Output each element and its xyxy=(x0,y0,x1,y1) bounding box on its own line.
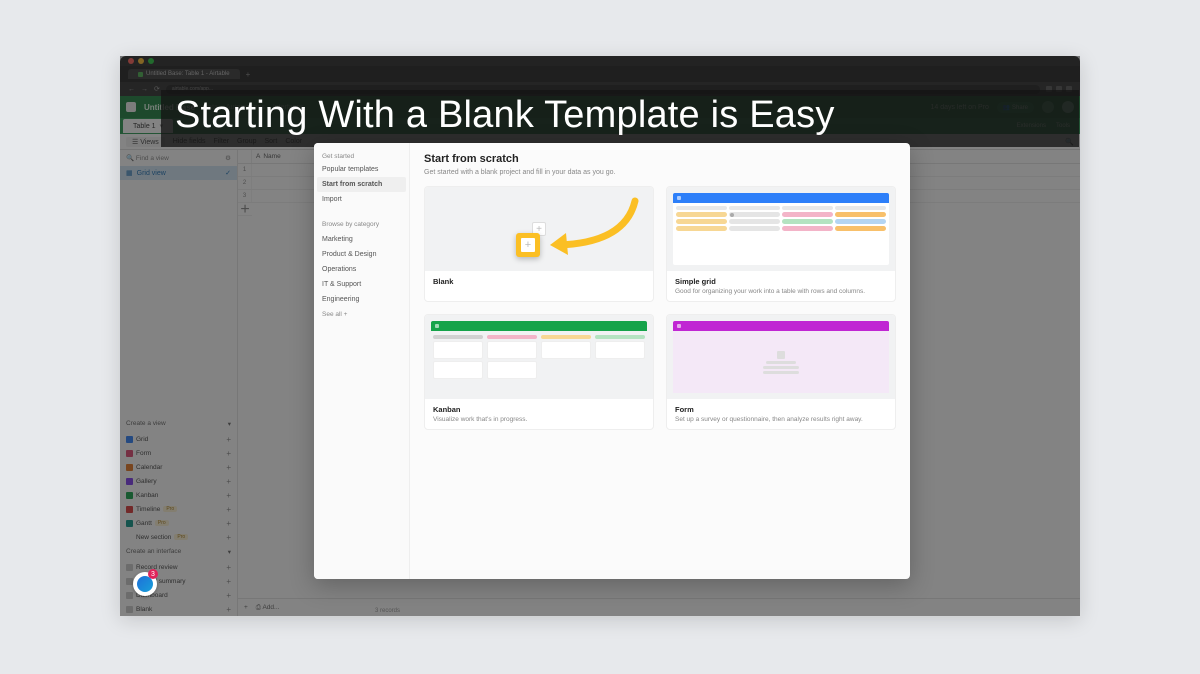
template-card-kanban[interactable]: Kanban Visualize work that's in progress… xyxy=(424,314,654,430)
tutorial-caption: Starting With a Blank Template is Easy xyxy=(161,90,1079,147)
card-title: Form xyxy=(675,405,887,414)
card-desc: Good for organizing your work into a tab… xyxy=(675,288,887,295)
card-title: Simple grid xyxy=(675,277,887,286)
modal-side-heading: Get started xyxy=(314,151,409,162)
modal-side-popular[interactable]: Popular templates xyxy=(314,162,409,177)
modal-side-seeall[interactable]: See all + xyxy=(314,307,409,322)
modal-title: Start from scratch xyxy=(424,153,896,165)
category-marketing[interactable]: Marketing xyxy=(314,232,409,247)
app-badge[interactable]: 3 xyxy=(131,570,159,598)
card-desc: Set up a survey or questionnaire, then a… xyxy=(675,416,887,423)
template-card-form[interactable]: Form Set up a survey or questionnaire, t… xyxy=(666,314,896,430)
modal-side-scratch[interactable]: Start from scratch xyxy=(317,177,406,192)
template-modal: Get started Popular templates Start from… xyxy=(314,143,910,579)
card-title: Blank xyxy=(433,277,645,286)
category-product-design[interactable]: Product & Design xyxy=(314,247,409,262)
card-title: Kanban xyxy=(433,405,645,414)
record-count: 3 records xyxy=(375,608,400,614)
modal-sidebar: Get started Popular templates Start from… xyxy=(314,143,410,579)
template-card-simple-grid[interactable]: Simple grid Good for organizing your wor… xyxy=(666,186,896,302)
modal-side-category-heading: Browse by category xyxy=(314,217,409,232)
modal-side-import[interactable]: Import xyxy=(314,192,409,207)
modal-subtitle: Get started with a blank project and fil… xyxy=(424,169,896,176)
category-engineering[interactable]: Engineering xyxy=(314,292,409,307)
plus-icon: + xyxy=(521,238,535,252)
category-it-support[interactable]: IT & Support xyxy=(314,277,409,292)
tutorial-highlight: + xyxy=(516,233,540,257)
category-operations[interactable]: Operations xyxy=(314,262,409,277)
badge-count: 3 xyxy=(148,569,158,579)
modal-body: Start from scratch Get started with a bl… xyxy=(410,143,910,579)
card-desc: Visualize work that's in progress. xyxy=(433,416,645,423)
